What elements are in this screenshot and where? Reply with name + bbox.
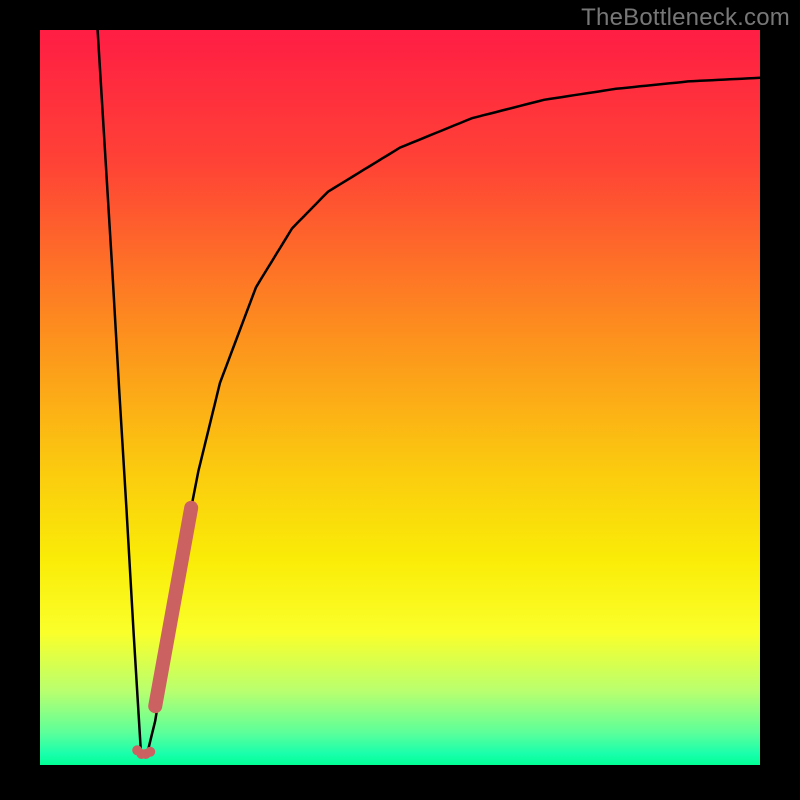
dip-marker-dot <box>145 747 155 757</box>
watermark-text: TheBottleneck.com <box>581 4 790 32</box>
frame-bottom <box>0 765 800 800</box>
bottleneck-chart: TheBottleneck.com <box>0 0 800 800</box>
frame-left <box>0 0 40 800</box>
frame-right <box>760 0 800 800</box>
chart-svg <box>0 0 800 800</box>
plot-background <box>40 30 760 765</box>
